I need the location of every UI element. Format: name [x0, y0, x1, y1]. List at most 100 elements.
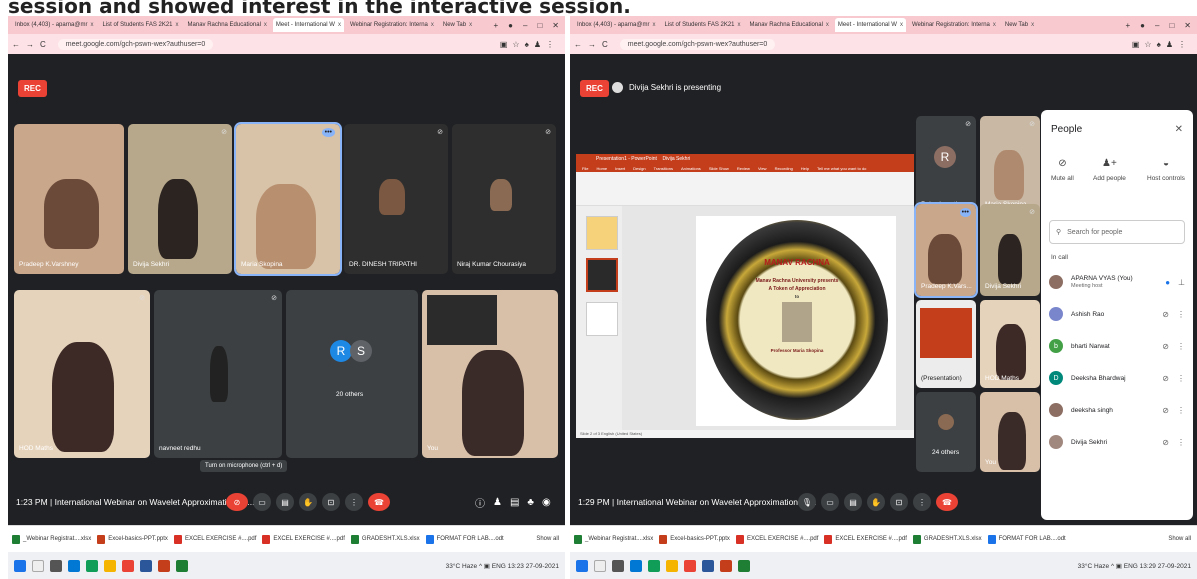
- tile-hod-r[interactable]: HOD Maths: [980, 300, 1040, 388]
- tile-presentation[interactable]: (Presentation): [916, 300, 976, 388]
- tile-hod[interactable]: ⊘ HOD Maths: [14, 290, 150, 458]
- chrome-icon[interactable]: [122, 559, 134, 572]
- word-icon[interactable]: [140, 559, 152, 572]
- more-button[interactable]: ⋮: [913, 493, 931, 511]
- show-all-link[interactable]: Show all: [1168, 536, 1197, 542]
- download-item[interactable]: _Webinar Registrat....xlsx: [12, 534, 91, 544]
- window-controls[interactable]: + ● – □ ✕: [1125, 21, 1197, 30]
- tile-pradeep-r[interactable]: ••• Pradeep K.Vars...: [914, 202, 978, 298]
- more-icon[interactable]: ●: [1165, 278, 1170, 287]
- leave-call-button[interactable]: ☎: [936, 493, 958, 511]
- pin-icon[interactable]: ⊥: [1178, 278, 1185, 287]
- word-icon[interactable]: [702, 559, 714, 572]
- nav-arrows-icon[interactable]: ←→C: [12, 40, 52, 49]
- download-item[interactable]: EXCEL EXERCISE #....pdf: [824, 534, 907, 544]
- url-field[interactable]: meet.google.com/gch-pswn-wex?authuser=0: [57, 38, 214, 50]
- toolbar-icons[interactable]: ▣☆♠♟⋮: [500, 40, 565, 49]
- camera-button[interactable]: ▭: [821, 493, 839, 511]
- present-button[interactable]: ⊡: [890, 493, 908, 511]
- slide-thumb[interactable]: [586, 216, 618, 250]
- tile-divija-r[interactable]: ⊘ Divija Sekhri: [980, 204, 1040, 296]
- windows-start-icon[interactable]: [576, 559, 588, 572]
- tile-dinesh[interactable]: ⊘ DR. DINESH TRIPATHI: [344, 124, 448, 274]
- info-icon[interactable]: ⓘ: [475, 495, 485, 510]
- url-field[interactable]: meet.google.com/gch-pswn-wex?authuser=0: [619, 38, 776, 50]
- chat-icon[interactable]: ▤: [510, 497, 519, 508]
- info-icon[interactable]: ⓘ: [1083, 495, 1093, 510]
- task-view-icon[interactable]: [50, 559, 62, 572]
- captions-button[interactable]: ▤: [844, 493, 862, 511]
- captions-button[interactable]: ▤: [276, 493, 294, 511]
- download-item[interactable]: GRADESHT.XLS.xlsx: [350, 534, 420, 544]
- tab-newtab[interactable]: New Tab x: [440, 18, 475, 32]
- slide-thumb[interactable]: [586, 302, 618, 336]
- activities-icon[interactable]: ♣: [527, 497, 534, 508]
- raise-hand-button[interactable]: ✋: [299, 493, 317, 511]
- add-people-button[interactable]: ♟+ Add people: [1093, 158, 1126, 182]
- more-icon[interactable]: ⋮: [1177, 406, 1185, 415]
- participant-row[interactable]: Ashish Rao ⊘ ⋮: [1049, 302, 1185, 326]
- tab-gmail[interactable]: Inbox (4,403) - aparna@mr x: [12, 18, 96, 32]
- excel-icon[interactable]: [738, 559, 750, 572]
- download-item[interactable]: Excel-basics-PPT.pptx: [97, 534, 168, 544]
- participant-row[interactable]: Divija Sekhri ⊘ ⋮: [1049, 430, 1185, 454]
- close-icon[interactable]: ✕: [1175, 124, 1183, 135]
- tile-divija[interactable]: ⊘ Divija Sekhri: [128, 124, 232, 274]
- tile-navneet[interactable]: ⊘ navneet redhu: [154, 290, 282, 458]
- show-all-link[interactable]: Show all: [536, 536, 565, 542]
- download-item[interactable]: FORMAT FOR LAB....odt: [425, 534, 504, 544]
- download-item[interactable]: GRADESHT.XLS.xlsx: [912, 534, 982, 544]
- present-button[interactable]: ⊡: [322, 493, 340, 511]
- participant-row[interactable]: deeksha singh ⊘ ⋮: [1049, 398, 1185, 422]
- tab-meet[interactable]: Meet - International Wx: [834, 18, 906, 32]
- folder-icon[interactable]: [666, 559, 678, 572]
- tab-gmail[interactable]: Inbox (4,403) - aparna@mr x: [574, 18, 658, 32]
- more-button[interactable]: ⋮: [345, 493, 363, 511]
- more-icon[interactable]: ⋮: [1177, 438, 1185, 447]
- people-icon[interactable]: ♟: [1101, 497, 1110, 508]
- tab-webinar[interactable]: Webinar Registration: Interna x: [347, 18, 437, 32]
- search-icon[interactable]: [32, 559, 44, 572]
- mic-off-icon[interactable]: ⊘: [1162, 310, 1169, 319]
- task-view-icon[interactable]: [612, 559, 624, 572]
- mic-button[interactable]: 🎙: [798, 493, 816, 511]
- tab-meet[interactable]: Meet - International Wx: [272, 18, 344, 32]
- mic-off-icon[interactable]: ⊘: [1162, 342, 1169, 351]
- more-icon[interactable]: ⋮: [1177, 374, 1185, 383]
- tile-you-r[interactable]: You: [980, 392, 1040, 472]
- chat-icon[interactable]: ▤: [1118, 497, 1127, 508]
- mic-off-icon[interactable]: ⊘: [1162, 374, 1169, 383]
- nav-arrows-icon[interactable]: ←→C: [574, 40, 614, 49]
- tab-newtab[interactable]: New Tab x: [1002, 18, 1037, 32]
- tile-others-r[interactable]: 24 others: [916, 392, 976, 472]
- lock-icon[interactable]: ◉: [542, 497, 551, 508]
- lock-icon[interactable]: ◉: [1150, 497, 1159, 508]
- tile-you[interactable]: You: [422, 290, 558, 458]
- tile-maria[interactable]: ••• Maria Skopina: [234, 122, 342, 276]
- tile-maria-r[interactable]: ⊘ Maria Skopina: [980, 116, 1040, 214]
- download-item[interactable]: EXCEL EXERCISE #....pdf: [262, 534, 345, 544]
- mic-off-icon[interactable]: ⊘: [1162, 438, 1169, 447]
- people-search-input[interactable]: ⚲ Search for people: [1049, 220, 1185, 244]
- tab-sheets[interactable]: List of Students FAS 2K21 x: [99, 18, 181, 32]
- participant-row[interactable]: APARNA VYAS (You) Meeting host ● ⊥: [1049, 270, 1185, 294]
- chrome-icon[interactable]: [684, 559, 696, 572]
- store-icon[interactable]: [648, 559, 660, 572]
- download-item[interactable]: EXCEL EXERCISE #....pdf: [173, 534, 256, 544]
- download-item[interactable]: _Webinar Registrat....xlsx: [574, 534, 653, 544]
- powerpoint-icon[interactable]: [720, 559, 732, 572]
- edge-icon[interactable]: [630, 559, 642, 572]
- tab-manav[interactable]: Manav Rachna Educational x: [185, 18, 270, 32]
- more-icon[interactable]: ⋮: [1177, 342, 1185, 351]
- powerpoint-icon[interactable]: [158, 559, 170, 572]
- mic-button[interactable]: ⊘: [226, 493, 248, 511]
- search-icon[interactable]: [594, 559, 606, 572]
- camera-button[interactable]: ▭: [253, 493, 271, 511]
- people-icon[interactable]: ♟: [493, 497, 502, 508]
- tile-rakesh[interactable]: R ⊘ Rakesh math: [916, 116, 976, 214]
- tile-pradeep[interactable]: Pradeep K.Varshney: [14, 124, 124, 274]
- download-item[interactable]: EXCEL EXERCISE #....pdf: [735, 534, 818, 544]
- tile-niraj[interactable]: ⊘ Niraj Kumar Chourasiya: [452, 124, 556, 274]
- toolbar-icons[interactable]: ▣☆♠♟⋮: [1132, 40, 1197, 49]
- tile-others[interactable]: R S 20 others: [286, 290, 418, 458]
